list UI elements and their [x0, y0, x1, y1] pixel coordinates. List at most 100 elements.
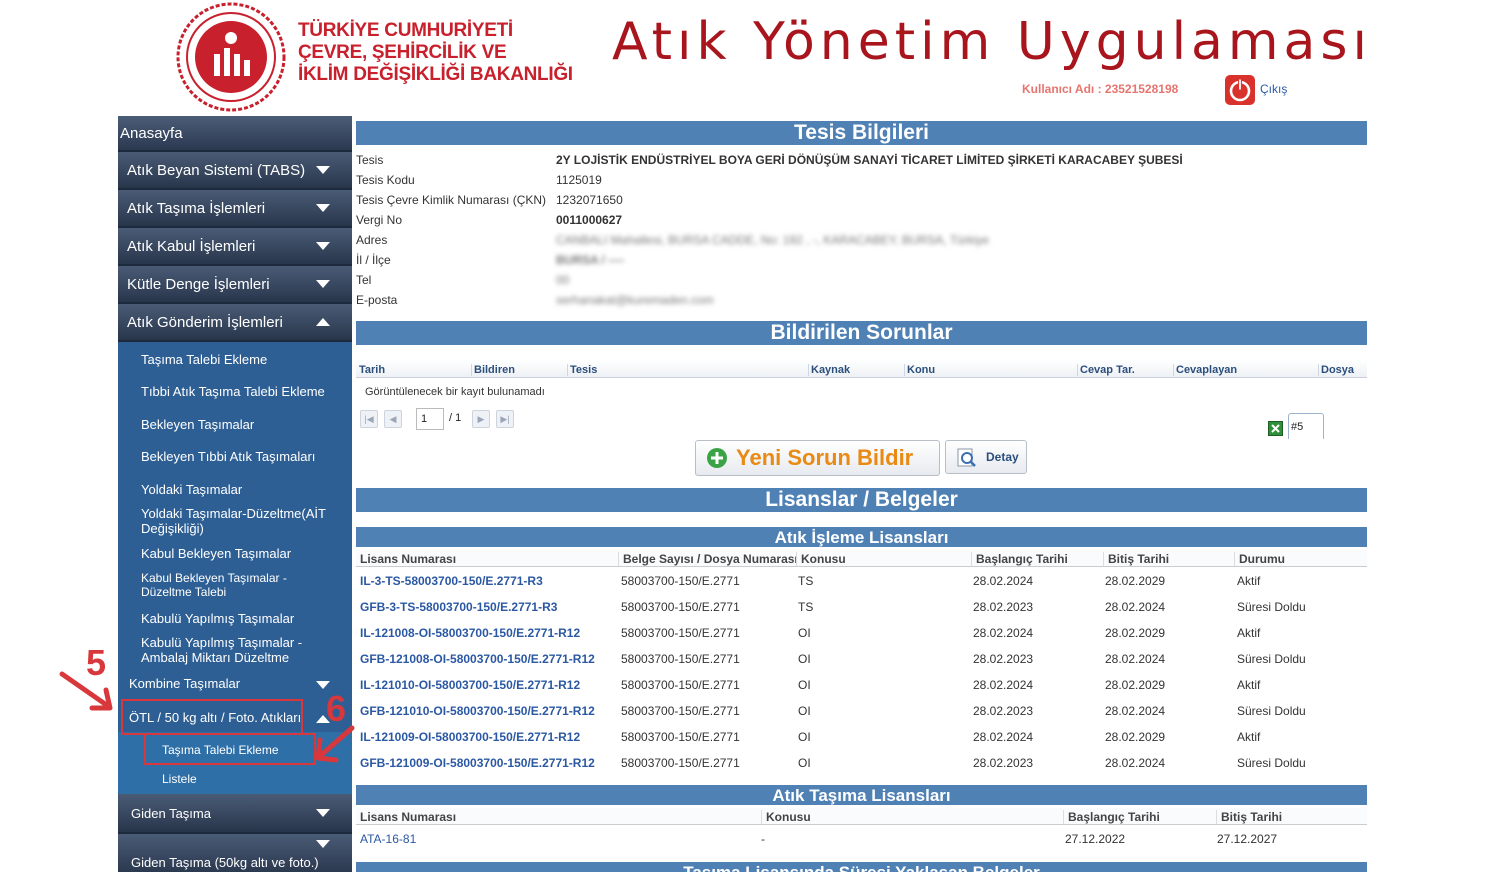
table-cell: 27.12.2022 — [1065, 832, 1126, 846]
sidebar-item-atik-tasima[interactable]: Atık Taşıma İşlemleri — [118, 190, 352, 228]
prev-page-button[interactable]: ◀ — [384, 410, 402, 428]
license-link[interactable]: GFB-121009-OI-58003700-150/E.2771-R12 — [360, 756, 595, 770]
logout-link[interactable]: Çıkış — [1260, 82, 1287, 96]
table-cell: 28.02.2023 — [973, 704, 1034, 718]
license-link[interactable]: GFB-3-TS-58003700-150/E.2771-R3 — [360, 600, 557, 614]
magnifier-icon — [957, 448, 976, 467]
table-cell: 28.02.2024 — [1105, 652, 1166, 666]
table-cell: 28.02.2024 — [973, 574, 1034, 588]
pager: |◀ ◀ 1 / 1 ▶ ▶| — [358, 408, 1367, 430]
license-link[interactable]: IL-3-TS-58003700-150/E.2771-R3 — [360, 574, 543, 588]
first-page-button[interactable]: |◀ — [360, 410, 378, 428]
table-cell: 28.02.2024 — [1105, 704, 1166, 718]
export-count-field[interactable]: #5 — [1288, 413, 1324, 439]
highlight-box-tasima-talebi — [144, 733, 316, 765]
column-header[interactable]: Konu — [904, 364, 935, 376]
table-row: IL-121008-OI-58003700-150/E.2771-R12 5800… — [356, 620, 1367, 646]
plus-icon — [707, 448, 727, 468]
next-page-button[interactable]: ▶ — [472, 410, 490, 428]
sidebar-item-label: Kombine Taşımalar — [129, 676, 241, 691]
column-header: Lisans Numarası — [360, 810, 457, 824]
detail-button[interactable]: Detay — [945, 440, 1027, 474]
license-link[interactable]: GFB-121010-OI-58003700-150/E.2771-R12 — [360, 704, 595, 718]
table-cell: 58003700-150/E.2771 — [621, 704, 740, 718]
table-cell: Aktif — [1237, 678, 1261, 692]
sidebar-item-tabs[interactable]: Atık Beyan Sistemi (TABS) — [118, 152, 352, 190]
sidebar-item-kutle-denge[interactable]: Kütle Denge İşlemleri — [118, 266, 352, 304]
sidebar-item-label: Atık Kabul İşlemleri — [127, 237, 256, 255]
sidebar-item-giden[interactable]: Giden Taşıma — [118, 794, 352, 834]
column-header[interactable]: Tarih — [357, 364, 385, 376]
table-row: IL-121009-OI-58003700-150/E.2771-R12 5800… — [356, 724, 1367, 750]
submenu-bekleyen-tibbi[interactable]: Bekleyen Tıbbi Atık Taşımaları — [118, 449, 352, 464]
column-header[interactable]: Dosya — [1318, 364, 1354, 376]
excel-icon[interactable] — [1268, 421, 1283, 436]
column-header[interactable]: Cevaplayan — [1173, 364, 1237, 376]
info-label: İl / İlçe — [356, 253, 391, 267]
license-link[interactable]: GFB-121008-OI-58003700-150/E.2771-R12 — [360, 652, 595, 666]
tasima-table-header: Lisans Numarası Konusu Başlangıç Tarihi … — [356, 808, 1367, 825]
sidebar-item-label: Kütle Denge İşlemleri — [127, 275, 270, 293]
isleme-lisanslari-title: Atık İşleme Lisansları — [356, 527, 1367, 547]
chevron-down-icon — [316, 242, 330, 250]
table-cell: Süresi Doldu — [1237, 600, 1306, 614]
info-label: Tesis — [356, 153, 384, 167]
column-header: Bitiş Tarihi — [1103, 552, 1169, 566]
submenu-yoldaki[interactable]: Yoldaki Taşımalar — [118, 482, 352, 497]
column-header: Başlangıç Tarihi — [1063, 810, 1160, 824]
power-icon[interactable] — [1224, 74, 1256, 106]
table-cell: 28.02.2024 — [973, 626, 1034, 640]
table-cell: 58003700-150/E.2771 — [621, 574, 740, 588]
new-issue-button[interactable]: Yeni Sorun Bildir — [695, 440, 940, 476]
license-link[interactable]: ATA-16-81 — [360, 832, 416, 846]
info-label: Vergi No — [356, 213, 403, 227]
otl-submenu-listele[interactable]: Listele — [162, 772, 197, 786]
submenu-kabulu-ambalaj[interactable]: Kabulü Yapılmış Taşımalar - Ambalaj Mikt… — [118, 635, 318, 665]
table-cell: Aktif — [1237, 574, 1261, 588]
table-cell: 28.02.2029 — [1105, 730, 1166, 744]
column-header[interactable]: Cevap Tar. — [1077, 364, 1135, 376]
column-header[interactable]: Bildiren — [471, 364, 515, 376]
submenu-tasima-talebi[interactable]: Taşıma Talebi Ekleme — [118, 352, 352, 367]
column-header: Lisans Numarası — [360, 552, 457, 566]
table-cell: 28.02.2023 — [973, 652, 1034, 666]
license-link[interactable]: IL-121009-OI-58003700-150/E.2771-R12 — [360, 730, 580, 744]
table-cell: 28.02.2029 — [1105, 626, 1166, 640]
table-row: IL-121010-OI-58003700-150/E.2771-R12 5800… — [356, 672, 1367, 698]
sidebar-item-kombine[interactable]: Kombine Taşımalar — [118, 676, 352, 691]
table-cell: TS — [798, 574, 814, 588]
column-header[interactable]: Tesis — [567, 364, 597, 376]
sidebar-item-home[interactable]: Anasayfa — [118, 116, 352, 152]
chevron-down-icon — [316, 204, 330, 212]
sidebar-item-giden-50kg[interactable]: Giden Taşıma (50kg altı ve foto.) — [118, 834, 352, 872]
table-row: GFB-3-TS-58003700-150/E.2771-R3 58003700-… — [356, 594, 1367, 620]
empty-message: Görüntülenecek bir kayıt bulunamadı — [365, 386, 545, 398]
table-cell: 58003700-150/E.2771 — [621, 756, 740, 770]
submenu-yoldaki-duzeltme[interactable]: Yoldaki Taşımalar-Düzeltme(AİT Değişikli… — [118, 506, 333, 536]
sidebar-item-label: Giden Taşıma — [131, 805, 211, 821]
submenu-kabul-duzeltme[interactable]: Kabul Bekleyen Taşımalar - Düzeltme Tale… — [118, 571, 333, 599]
table-row: GFB-121010-OI-58003700-150/E.2771-R12 580… — [356, 698, 1367, 724]
sidebar-item-atik-kabul[interactable]: Atık Kabul İşlemleri — [118, 228, 352, 266]
table-cell: 28.02.2024 — [973, 678, 1034, 692]
table-cell: OI — [798, 626, 811, 640]
license-link[interactable]: IL-121010-OI-58003700-150/E.2771-R12 — [360, 678, 580, 692]
submenu-kabul-bekleyen[interactable]: Kabul Bekleyen Taşımalar — [118, 546, 352, 561]
column-header[interactable]: Kaynak — [808, 364, 850, 376]
sidebar-item-atik-gonderim[interactable]: Atık Gönderim İşlemleri — [118, 304, 352, 342]
submenu-kabulu-yapilmis[interactable]: Kabulü Yapılmış Taşımalar — [118, 611, 352, 626]
license-link[interactable]: IL-121008-OI-58003700-150/E.2771-R12 — [360, 626, 580, 640]
info-label: Tesis Çevre Kimlik Numarası (ÇKN) — [356, 193, 547, 207]
table-cell: 28.02.2029 — [1105, 678, 1166, 692]
submenu-bekleyen[interactable]: Bekleyen Taşımalar — [118, 417, 352, 432]
table-cell: 28.02.2023 — [973, 600, 1034, 614]
ministry-logo — [176, 2, 286, 112]
page-input[interactable]: 1 — [416, 408, 444, 430]
ministry-line2: ÇEVRE, ŞEHİRCİLİK VE — [298, 42, 507, 63]
submenu-tibbi-talebi[interactable]: Tıbbi Atık Taşıma Talebi Ekleme — [118, 384, 352, 399]
last-page-button[interactable]: ▶| — [496, 410, 514, 428]
table-cell: 27.12.2027 — [1217, 832, 1278, 846]
info-value: 2Y LOJİSTİK ENDÜSTRİYEL BOYA GERİ DÖNÜŞÜ… — [556, 153, 1183, 167]
ministry-line1: TÜRKİYE CUMHURİYETİ — [298, 20, 513, 41]
sorunlar-section-title: Bildirilen Sorunlar — [356, 321, 1367, 345]
